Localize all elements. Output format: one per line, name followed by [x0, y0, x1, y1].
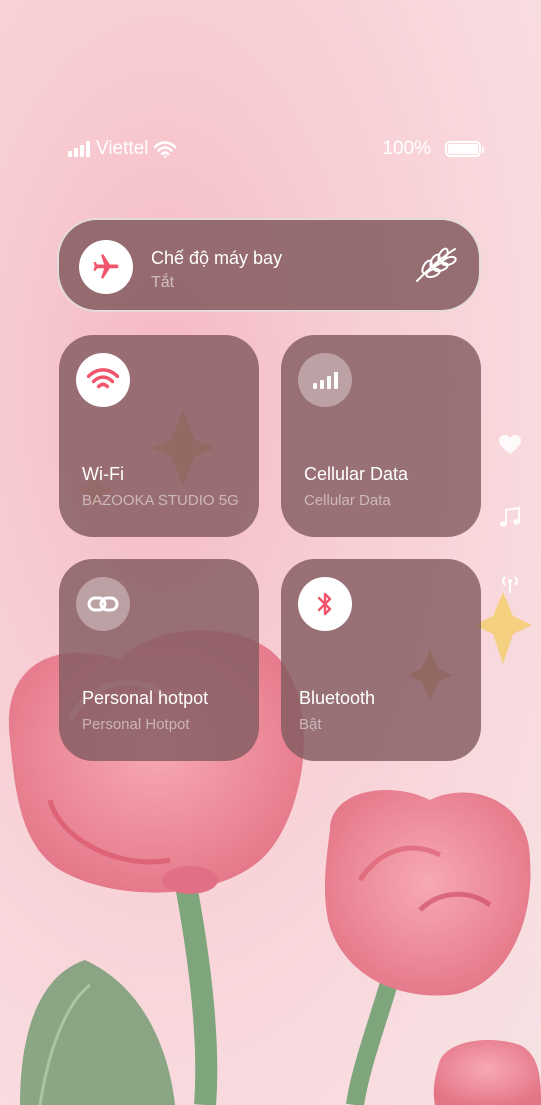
hotspot-tile-subtitle: Personal Hotpot [82, 716, 190, 733]
wifi-tile-title: Wi-Fi [82, 464, 124, 484]
bluetooth-icon [317, 592, 332, 616]
airplane-mode-status: Tắt [151, 274, 175, 291]
link-icon-circle [76, 577, 130, 631]
cellular-data-tile[interactable]: Cellular Data Cellular Data [281, 335, 481, 537]
battery-percent: 100% [382, 138, 431, 159]
airplane-mode-title: Chế độ máy bay [151, 248, 283, 268]
airplane-icon-circle [79, 240, 133, 294]
bluetooth-tile[interactable]: Bluetooth Bật [281, 559, 481, 761]
cellular-tile-title: Cellular Data [304, 464, 409, 484]
wifi-network-name: BAZOOKA STUDIO 5G [82, 492, 239, 509]
wallpaper [8, 410, 541, 1105]
carrier-name: Viettel [96, 138, 149, 159]
bluetooth-tile-title: Bluetooth [299, 688, 376, 708]
wifi-icon [87, 368, 119, 389]
battery-icon [445, 141, 484, 157]
airplane-mode-toggle[interactable]: Chế độ máy bay Tắt [57, 218, 481, 312]
cellular-icon-circle [298, 353, 352, 407]
personal-hotspot-tile[interactable]: Personal hotpot Personal Hotpot [59, 559, 259, 761]
wifi-icon-circle [76, 353, 130, 407]
status-bar-left: Viettel [68, 138, 177, 160]
status-bar-right: 100% [382, 138, 484, 160]
airplane-icon [93, 254, 119, 279]
link-icon [87, 596, 119, 612]
cellular-bars-icon [313, 372, 338, 389]
leaf-sprig-icon [416, 247, 457, 282]
wifi-tile[interactable]: Wi-Fi BAZOOKA STUDIO 5G [59, 335, 259, 537]
status-bar: Viettel 100% [0, 138, 541, 164]
cellular-tile-subtitle: Cellular Data [304, 492, 391, 509]
wifi-icon [154, 140, 177, 158]
bluetooth-icon-circle [298, 577, 352, 631]
broadcast-icon[interactable] [498, 574, 522, 599]
hotspot-tile-title: Personal hotpot [82, 688, 209, 708]
heart-icon[interactable] [498, 434, 522, 461]
signal-bars-icon [68, 141, 90, 157]
bluetooth-status: Bật [299, 716, 322, 733]
music-note-icon[interactable] [498, 506, 522, 535]
